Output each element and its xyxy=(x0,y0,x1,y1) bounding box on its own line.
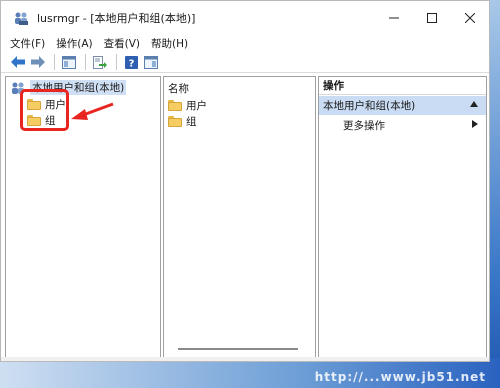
action-section-local-users[interactable]: 本地用户和组(本地) xyxy=(319,96,486,115)
toolbar-separator xyxy=(116,54,117,70)
annotation-highlight-box xyxy=(20,89,69,131)
lusrmgr-window: lusrmgr - [本地用户和组(本地)] 文件(F) 操作(A) 查看(V)… xyxy=(0,0,490,362)
show-tree-button[interactable] xyxy=(60,53,78,71)
toolbar: ? xyxy=(1,52,489,73)
toolbar-separator xyxy=(85,54,86,70)
maximize-icon xyxy=(427,13,437,23)
status-bar xyxy=(1,357,489,361)
column-header-name[interactable]: 名称 xyxy=(168,81,189,96)
help-icon: ? xyxy=(124,55,138,69)
list-item[interactable]: 用户 xyxy=(168,98,207,113)
action-pane-header: 操作 xyxy=(319,77,486,95)
menu-file[interactable]: 文件(F) xyxy=(10,36,45,51)
title-bar[interactable]: lusrmgr - [本地用户和组(本地)] xyxy=(1,1,489,35)
list-item-label: 组 xyxy=(186,116,197,128)
close-button[interactable] xyxy=(451,1,489,35)
submenu-arrow-icon xyxy=(472,120,478,128)
toolbar-separator xyxy=(54,54,55,70)
show-tree-icon xyxy=(62,55,76,69)
maximize-button[interactable] xyxy=(413,1,451,35)
help-button[interactable]: ? xyxy=(122,53,140,71)
horizontal-scrollbar[interactable] xyxy=(178,348,298,350)
annotation-arrow-icon xyxy=(71,102,114,120)
menu-action[interactable]: 操作(A) xyxy=(56,36,92,51)
menu-help[interactable]: 帮助(H) xyxy=(151,36,188,51)
forward-arrow-icon xyxy=(31,56,45,68)
back-arrow-icon xyxy=(11,56,25,68)
minimize-button[interactable] xyxy=(375,1,413,35)
export-list-button[interactable] xyxy=(91,53,109,71)
desktop-edge xyxy=(490,0,500,388)
minimize-icon xyxy=(389,17,399,19)
more-actions-label: 更多操作 xyxy=(343,119,385,132)
show-action-pane-icon xyxy=(144,55,158,69)
window-title: lusrmgr - [本地用户和组(本地)] xyxy=(37,12,196,25)
results-list-pane[interactable]: 名称 用户 组 xyxy=(163,76,316,359)
forward-button[interactable] xyxy=(29,53,47,71)
folder-icon xyxy=(168,100,182,111)
back-button[interactable] xyxy=(9,53,27,71)
more-actions-item[interactable]: 更多操作 xyxy=(319,116,486,134)
svg-text:?: ? xyxy=(128,58,134,69)
export-list-icon xyxy=(93,55,107,69)
menu-bar: 文件(F) 操作(A) 查看(V) 帮助(H) xyxy=(1,35,489,52)
action-pane: 操作 本地用户和组(本地) 更多操作 xyxy=(318,76,487,359)
list-item-label: 用户 xyxy=(186,100,207,112)
list-item[interactable]: 组 xyxy=(168,114,197,129)
menu-view[interactable]: 查看(V) xyxy=(104,36,140,51)
action-section-label: 本地用户和组(本地) xyxy=(323,100,416,112)
close-icon xyxy=(465,13,475,23)
folder-icon xyxy=(168,116,182,127)
users-app-icon xyxy=(13,10,29,26)
watermark-text: http://...www.jb51.net xyxy=(314,370,486,384)
collapse-caret-icon[interactable] xyxy=(470,101,478,107)
show-action-pane-button[interactable] xyxy=(142,53,160,71)
